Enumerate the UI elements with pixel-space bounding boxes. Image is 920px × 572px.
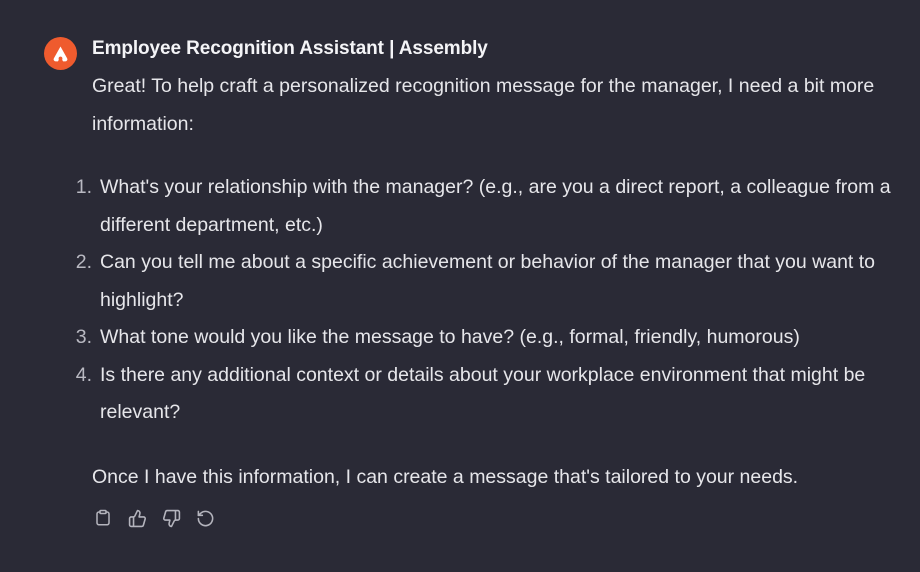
copy-icon bbox=[96, 509, 110, 526]
question-text: What's your relationship with the manage… bbox=[100, 176, 891, 236]
question-item: 1. What's your relationship with the man… bbox=[66, 169, 902, 244]
question-item: 3. What tone would you like the message … bbox=[66, 319, 902, 357]
message-actions bbox=[92, 507, 216, 529]
sender-name: Employee Recognition Assistant | Assembl… bbox=[92, 38, 488, 59]
copy-button[interactable] bbox=[92, 507, 114, 529]
question-number: 3. bbox=[75, 326, 92, 348]
assistant-avatar bbox=[44, 37, 77, 70]
assembly-logo-icon bbox=[53, 46, 68, 62]
question-text: Is there any additional context or detai… bbox=[100, 363, 866, 424]
question-number: 4. bbox=[75, 363, 92, 386]
regenerate-icon bbox=[197, 510, 213, 526]
chat-message: Employee Recognition Assistant | Assembl… bbox=[0, 0, 920, 572]
regenerate-button[interactable] bbox=[194, 507, 216, 529]
question-number: 1. bbox=[75, 176, 92, 198]
intro-text: Great! To help craft a personalized reco… bbox=[92, 75, 875, 135]
question-item: 4. Is there any additional context or de… bbox=[66, 357, 902, 432]
question-text: What tone would you like the message to … bbox=[100, 326, 800, 348]
question-text: Can you tell me about a specific achieve… bbox=[100, 251, 876, 311]
question-list: 1. What's your relationship with the man… bbox=[66, 169, 902, 432]
thumbs-down-icon bbox=[162, 509, 180, 527]
question-item: 2. Can you tell me about a specific achi… bbox=[66, 244, 902, 319]
thumbs-down-button[interactable] bbox=[160, 507, 182, 529]
question-number: 2. bbox=[75, 251, 92, 273]
thumbs-up-icon bbox=[128, 509, 146, 527]
thumbs-up-button[interactable] bbox=[126, 507, 148, 529]
outro-text: Once I have this information, I can crea… bbox=[92, 466, 799, 488]
